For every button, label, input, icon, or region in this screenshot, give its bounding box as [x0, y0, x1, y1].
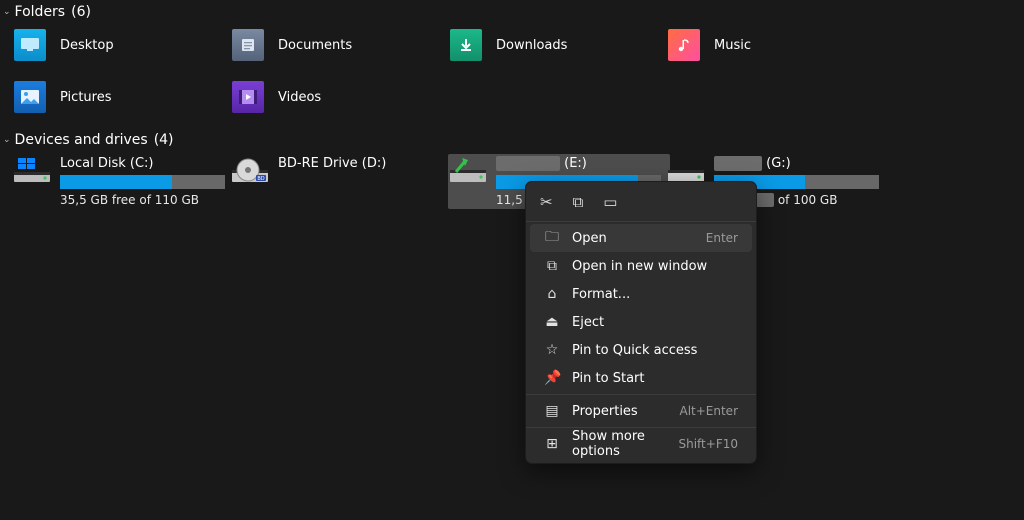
- folder-open-icon: 🗀: [544, 226, 560, 250]
- ctx-label: Pin to Quick access: [572, 343, 738, 358]
- documents-icon: [232, 29, 264, 61]
- chevron-down-icon: ⌄: [3, 7, 11, 17]
- ctx-format[interactable]: ⌂ Format...: [530, 280, 752, 308]
- ctx-label: Open: [572, 231, 694, 246]
- usage-bar: [60, 175, 225, 189]
- folder-desktop[interactable]: Desktop: [14, 28, 232, 62]
- usage-fill: [60, 175, 172, 189]
- drive-free-text: 35,5 GB free of 110 GB: [60, 193, 232, 207]
- pin-icon: 📌: [544, 370, 560, 386]
- rename-icon[interactable]: ▭: [603, 193, 617, 211]
- hdd-icon: [668, 156, 704, 184]
- separator: [526, 427, 756, 428]
- drive-name: (G:): [714, 156, 886, 171]
- folder-videos[interactable]: Videos: [232, 80, 450, 114]
- section-count: (4): [154, 132, 174, 148]
- section-count: (6): [71, 4, 91, 20]
- desktop-icon: [14, 29, 46, 61]
- drive-bdre-d[interactable]: BD BD-RE Drive (D:): [232, 156, 450, 207]
- folder-label: Videos: [278, 90, 321, 105]
- eject-icon: ⏏: [544, 314, 560, 330]
- chevron-down-icon: ⌄: [3, 135, 11, 145]
- separator: [526, 221, 756, 222]
- ctx-label: Open in new window: [572, 259, 738, 274]
- removable-drive-icon: [450, 156, 486, 184]
- folder-pictures[interactable]: Pictures: [14, 80, 232, 114]
- svg-text:BD: BD: [257, 176, 264, 182]
- folders-grid: Desktop Documents Downloads Music Pictur…: [0, 24, 1024, 128]
- ctx-eject[interactable]: ⏏ Eject: [530, 308, 752, 336]
- format-icon: ⌂: [544, 286, 560, 302]
- pictures-icon: [14, 81, 46, 113]
- drive-local-c[interactable]: Local Disk (C:) 35,5 GB free of 110 GB: [14, 156, 232, 207]
- drive-name: (E:): [496, 156, 668, 171]
- copy-icon[interactable]: ⧉: [573, 193, 584, 211]
- folder-music[interactable]: Music: [668, 28, 886, 62]
- new-window-icon: ⧉: [544, 258, 560, 274]
- context-menu: ✂ ⧉ ▭ 🗀 Open Enter ⧉ Open in new window …: [525, 181, 757, 464]
- properties-icon: ▤: [544, 403, 560, 419]
- ctx-label: Show more options: [572, 429, 666, 459]
- ctx-open[interactable]: 🗀 Open Enter: [530, 224, 752, 252]
- drives-section-header[interactable]: ⌄ Devices and drives (4): [0, 128, 1024, 152]
- ctx-label: Pin to Start: [572, 371, 738, 386]
- ctx-pin-start[interactable]: 📌 Pin to Start: [530, 364, 752, 392]
- drives-grid: Local Disk (C:) 35,5 GB free of 110 GB B…: [0, 152, 1024, 221]
- section-title: Folders: [15, 4, 66, 20]
- drive-name: BD-RE Drive (D:): [278, 156, 450, 171]
- cut-icon[interactable]: ✂: [540, 193, 553, 211]
- ctx-shortcut: Alt+Enter: [679, 404, 738, 418]
- folder-label: Documents: [278, 38, 352, 53]
- folder-downloads[interactable]: Downloads: [450, 28, 668, 62]
- folder-label: Desktop: [60, 38, 114, 53]
- section-title: Devices and drives: [15, 132, 148, 148]
- ctx-pin-quick-access[interactable]: ☆ Pin to Quick access: [530, 336, 752, 364]
- ctx-label: Properties: [572, 404, 667, 419]
- ctx-properties[interactable]: ▤ Properties Alt+Enter: [530, 397, 752, 425]
- folder-label: Downloads: [496, 38, 567, 53]
- more-options-icon: ⊞: [544, 436, 560, 452]
- ctx-shortcut: Shift+F10: [678, 437, 738, 451]
- folder-label: Pictures: [60, 90, 111, 105]
- ctx-label: Format...: [572, 287, 738, 302]
- folder-label: Music: [714, 38, 751, 53]
- downloads-icon: [450, 29, 482, 61]
- videos-icon: [232, 81, 264, 113]
- drive-name: Local Disk (C:): [60, 156, 232, 171]
- optical-drive-icon: BD: [232, 156, 268, 184]
- folders-section-header[interactable]: ⌄ Folders (6): [0, 0, 1024, 24]
- ctx-label: Eject: [572, 315, 738, 330]
- separator: [526, 394, 756, 395]
- folder-documents[interactable]: Documents: [232, 28, 450, 62]
- ctx-open-new-window[interactable]: ⧉ Open in new window: [530, 252, 752, 280]
- context-menu-quick-actions: ✂ ⧉ ▭: [526, 187, 756, 219]
- music-icon: [668, 29, 700, 61]
- star-icon: ☆: [544, 342, 560, 358]
- windows-drive-icon: [14, 156, 50, 184]
- ctx-shortcut: Enter: [706, 231, 738, 245]
- ctx-show-more[interactable]: ⊞ Show more options Shift+F10: [530, 430, 752, 458]
